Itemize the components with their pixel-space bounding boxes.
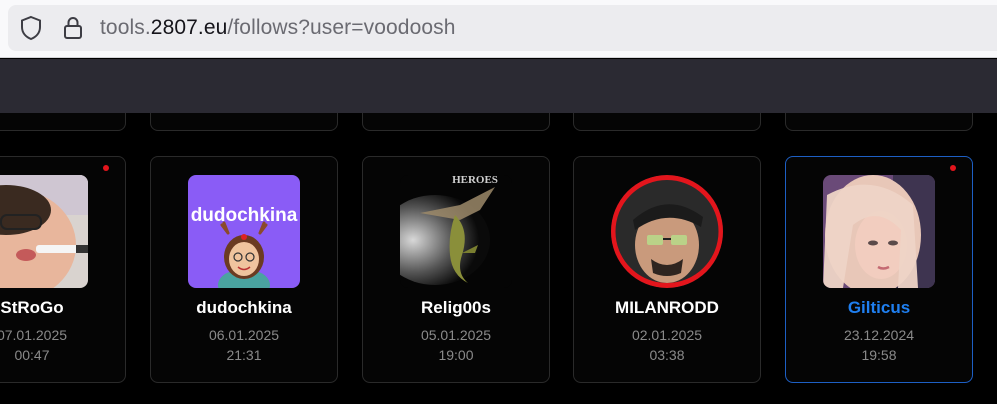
avatar (0, 175, 88, 288)
follower-name[interactable]: Relig00s (363, 298, 549, 318)
shield-icon[interactable] (19, 15, 43, 41)
follow-date: 23.12.2024 (843, 327, 915, 343)
follow-date: 07.01.2025 (0, 327, 68, 343)
follower-name[interactable]: Gilticus (786, 298, 972, 318)
new-indicator-dot (103, 165, 109, 171)
follow-time: 19:00 (438, 347, 474, 363)
new-indicator-dot (950, 165, 956, 171)
previous-row-card[interactable] (150, 113, 338, 131)
follow-date: 05.01.2025 (420, 327, 492, 343)
previous-row-card[interactable] (362, 113, 550, 131)
url-prefix: tools. (100, 16, 151, 39)
browser-toolbar: tools.2807.eu/follows?user=voodoosh (0, 0, 997, 58)
url-path: /follows?user=voodoosh (227, 16, 456, 39)
avatar: HEROES (400, 175, 512, 288)
previous-row-card[interactable] (785, 113, 973, 131)
follow-time: 03:38 (649, 347, 685, 363)
follow-time: 19:58 (861, 347, 897, 363)
follow-card-strogo[interactable]: StRoGo 07.01.2025 00:47 (0, 156, 126, 383)
url-text[interactable]: tools.2807.eu/follows?user=voodoosh (100, 16, 456, 40)
follow-card-dudochkina[interactable]: dudochkina dudochkina 06.01.2025 21:31 (150, 156, 338, 383)
url-domain: 2807.eu (150, 16, 228, 39)
lock-icon[interactable] (62, 15, 84, 41)
follow-card-milanrodd[interactable]: MILANRODD 02.01.2025 03:38 (573, 156, 761, 383)
previous-row-card[interactable] (0, 113, 126, 131)
follow-date: 02.01.2025 (631, 327, 703, 343)
follower-name[interactable]: StRoGo (0, 298, 125, 318)
avatar-label: dudochkina (191, 205, 298, 226)
follower-name[interactable]: MILANRODD (574, 298, 760, 318)
follow-card-relig00s[interactable]: HEROES Relig00s 05.01.2025 19:00 (362, 156, 550, 383)
avatar (611, 175, 723, 288)
site-header (0, 59, 997, 113)
avatar: dudochkina (188, 175, 300, 288)
follow-date: 06.01.2025 (208, 327, 280, 343)
avatar (823, 175, 935, 288)
follow-time: 00:47 (14, 347, 50, 363)
follows-grid: StRoGo 07.01.2025 00:47 dudochkina dudoc… (0, 113, 997, 404)
previous-row-card[interactable] (573, 113, 761, 131)
follow-time: 21:31 (226, 347, 262, 363)
follower-name[interactable]: dudochkina (151, 298, 337, 318)
follow-card-gilticus[interactable]: Gilticus 23.12.2024 19:58 (785, 156, 973, 383)
avatar-label: HEROES (452, 175, 498, 186)
